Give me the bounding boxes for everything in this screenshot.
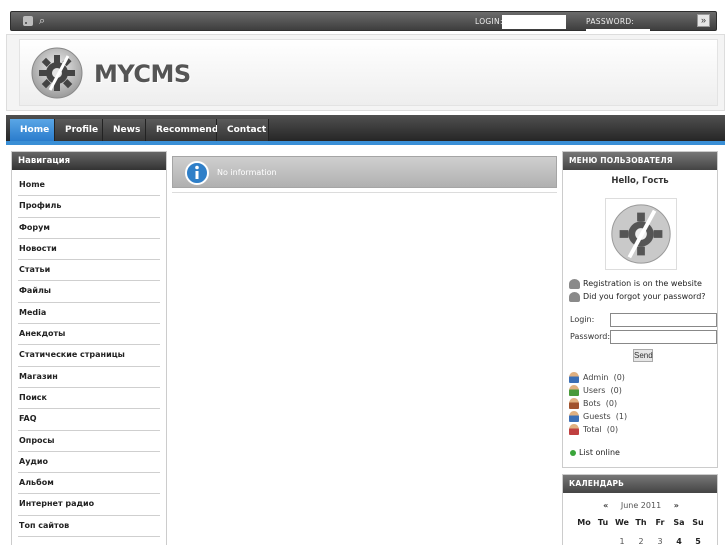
nav-tab-contact[interactable]: Contact bbox=[217, 119, 269, 141]
nav-link-forum[interactable]: Форум bbox=[18, 218, 160, 239]
nav-link-faq[interactable]: FAQ bbox=[18, 409, 160, 431]
nav-tab-recommend[interactable]: Recommend bbox=[146, 119, 218, 141]
navigation-title: Навигация bbox=[12, 152, 166, 170]
main-content: No information bbox=[172, 156, 557, 196]
user-menu-title: Меню пользователя bbox=[563, 152, 717, 170]
login-field-label: Login: bbox=[570, 315, 595, 324]
user-icon bbox=[569, 411, 579, 422]
stat-bots: Bots (0) bbox=[569, 398, 617, 410]
top-password-input[interactable] bbox=[586, 29, 650, 33]
nav-link-polls[interactable]: Опросы bbox=[18, 431, 160, 452]
weekday: We bbox=[615, 518, 629, 527]
right-sidebar: Меню пользователя Hello, Гость Registrat… bbox=[562, 151, 719, 546]
navigation-list: Home Профиль Форум Новости Статьи Файлы … bbox=[12, 175, 166, 538]
nav-link-album[interactable]: Альбом bbox=[18, 473, 160, 495]
stat-guests-label: Guests bbox=[583, 412, 611, 421]
rss-icon[interactable] bbox=[23, 16, 33, 26]
calendar-prev-button[interactable]: « bbox=[603, 501, 608, 510]
nav-link-home[interactable]: Home bbox=[18, 175, 160, 197]
online-dot-icon bbox=[570, 449, 576, 456]
logo-text[interactable]: MYCMS bbox=[94, 60, 191, 88]
send-button[interactable]: Send bbox=[633, 349, 653, 362]
calendar-panel: Календарь « June 2011 » Mo Tu We Th Fr S… bbox=[562, 474, 719, 546]
calendar-month: June 2011 bbox=[620, 501, 662, 510]
calendar-weekdays: Mo Tu We Th Fr Sa Su bbox=[575, 518, 707, 527]
bot-icon bbox=[569, 398, 579, 409]
login-label: LOGIN: bbox=[475, 17, 503, 26]
site-header: MYCMS bbox=[6, 34, 725, 111]
nav-link-radio[interactable]: Интернет радио bbox=[18, 494, 160, 516]
user-icon bbox=[569, 385, 579, 396]
forgot-password-text: Did you forgot your password? bbox=[583, 292, 706, 301]
group-icon bbox=[569, 424, 579, 435]
nav-tab-news[interactable]: News bbox=[103, 119, 146, 141]
calendar-next-button[interactable]: » bbox=[674, 501, 679, 510]
weekday: Tu bbox=[597, 518, 609, 527]
nav-tab-profile[interactable]: Profile bbox=[55, 119, 103, 141]
stat-admin-label: Admin bbox=[583, 373, 609, 382]
stat-bots-label: Bots bbox=[583, 399, 601, 408]
forgot-password-link[interactable]: Did you forgot your password? bbox=[569, 291, 706, 303]
register-icon bbox=[569, 278, 580, 289]
register-link-text: Registration is on the website bbox=[583, 279, 702, 288]
top-bar: ⌕ LOGIN: PASSWORD: » bbox=[10, 11, 717, 33]
register-link[interactable]: Registration is on the website bbox=[569, 278, 702, 290]
user-icon bbox=[569, 372, 579, 383]
avatar bbox=[605, 198, 677, 270]
stat-total-count: (0) bbox=[606, 425, 619, 434]
stat-total: Total (0) bbox=[569, 424, 618, 436]
login-field[interactable] bbox=[610, 313, 717, 327]
calendar-title: Календарь bbox=[563, 475, 717, 493]
key-icon bbox=[569, 291, 580, 302]
stat-total-label: Total bbox=[583, 425, 602, 434]
password-label: PASSWORD: bbox=[586, 17, 635, 26]
content-divider bbox=[172, 192, 557, 193]
stat-users-count: (0) bbox=[610, 386, 622, 395]
top-login-input[interactable] bbox=[502, 15, 566, 29]
user-menu-panel: Меню пользователя Hello, Гость Registrat… bbox=[562, 151, 718, 468]
greeting: Hello, Гость bbox=[611, 176, 669, 186]
list-online-link[interactable]: List online bbox=[570, 448, 620, 457]
navigation-panel: Навигация Home Профиль Форум Новости Ста… bbox=[11, 151, 167, 545]
info-icon bbox=[185, 161, 209, 185]
nav-link-shop[interactable]: Магазин bbox=[18, 367, 160, 388]
stat-users: Users (0) bbox=[569, 385, 622, 397]
list-online-text: List online bbox=[579, 448, 620, 457]
weekday: Sa bbox=[673, 518, 685, 527]
nav-link-static-pages[interactable]: Статические страницы bbox=[18, 345, 160, 367]
nav-link-audio[interactable]: Аудио bbox=[18, 452, 160, 474]
stat-admin: Admin (0) bbox=[569, 372, 625, 384]
weekday: Mo bbox=[577, 518, 591, 527]
password-field-label: Password: bbox=[570, 332, 611, 341]
stat-guests: Guests (1) bbox=[569, 411, 627, 423]
main-nav: Home Profile News Recommend Contact bbox=[6, 115, 725, 145]
nav-link-search[interactable]: Поиск bbox=[18, 388, 160, 410]
nav-link-files[interactable]: Файлы bbox=[18, 281, 160, 303]
info-message: No information bbox=[172, 156, 557, 188]
login-go-button[interactable]: » bbox=[697, 14, 710, 27]
nav-link-profile[interactable]: Профиль bbox=[18, 196, 160, 218]
stat-guests-count: (1) bbox=[615, 412, 628, 421]
header-inner: MYCMS bbox=[19, 39, 718, 106]
gear-icon[interactable] bbox=[30, 46, 84, 100]
stat-bots-count: (0) bbox=[605, 399, 618, 408]
weekday: Fr bbox=[655, 518, 665, 527]
weekday: Su bbox=[692, 518, 704, 527]
weekday: Th bbox=[635, 518, 647, 527]
password-field[interactable] bbox=[610, 330, 717, 344]
nav-link-news[interactable]: Новости bbox=[18, 239, 160, 261]
calendar-nav: « June 2011 » bbox=[563, 501, 719, 510]
nav-link-articles[interactable]: Статьи bbox=[18, 260, 160, 282]
nav-link-media[interactable]: Media bbox=[18, 303, 160, 325]
nav-link-top-sites[interactable]: Топ сайтов bbox=[18, 516, 160, 538]
nav-link-jokes[interactable]: Анекдоты bbox=[18, 324, 160, 346]
info-text: No information bbox=[217, 168, 277, 177]
nav-tab-home[interactable]: Home bbox=[10, 119, 55, 141]
search-icon[interactable]: ⌕ bbox=[39, 14, 45, 28]
stat-users-label: Users bbox=[583, 386, 606, 395]
stat-admin-count: (0) bbox=[613, 373, 625, 382]
